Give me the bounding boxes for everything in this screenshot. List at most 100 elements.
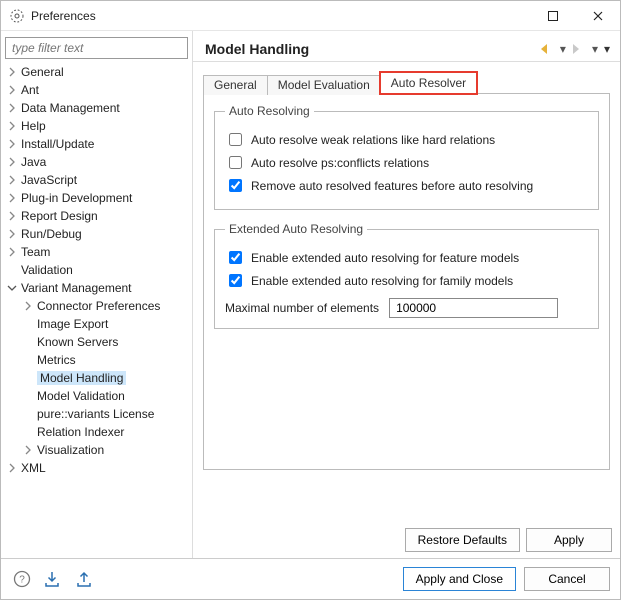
tree-item[interactable]: Visualization — [21, 441, 188, 459]
max-elements-input[interactable] — [389, 298, 558, 318]
window-maximize-button[interactable] — [530, 1, 575, 31]
nav-back-menu[interactable]: ▾ — [560, 42, 566, 56]
preferences-tree[interactable]: General Ant Data Management HelpInstall/Upd… — [5, 63, 188, 477]
apply-button[interactable]: Apply — [526, 528, 612, 552]
tab[interactable]: General — [203, 75, 268, 95]
field-label: Maximal number of elements — [225, 301, 379, 315]
checkbox-extended-family-models[interactable]: Enable extended auto resolving for famil… — [225, 271, 588, 290]
checkbox-label: Auto resolve weak relations like hard re… — [251, 133, 495, 147]
restore-defaults-button[interactable]: Restore Defaults — [405, 528, 520, 552]
tree-item[interactable]: pure::variants License — [21, 405, 188, 423]
tree-item-label: Plug-in Development — [21, 191, 132, 205]
checkbox-input[interactable] — [229, 251, 242, 264]
tree-item[interactable]: Data Management — [5, 99, 188, 117]
tree-item[interactable]: Run/Debug — [5, 225, 188, 243]
window-title: Preferences — [31, 9, 96, 23]
tree-item-label: Validation — [21, 263, 73, 277]
tree-item[interactable]: Known Servers — [21, 333, 188, 351]
import-preferences-button[interactable] — [43, 568, 65, 590]
nav-view-menu[interactable]: ▾ — [604, 42, 610, 56]
tree-item-label: Relation Indexer — [37, 425, 124, 439]
tree-item[interactable]: Team — [5, 243, 188, 261]
tab[interactable]: Model Evaluation — [267, 75, 381, 95]
chevron-right-icon[interactable] — [7, 85, 21, 95]
tree-item-label: Connector Preferences — [37, 299, 160, 313]
tree-item[interactable]: JavaScript — [5, 171, 188, 189]
tree-item[interactable]: XML — [5, 459, 188, 477]
tree-item-label: XML — [21, 461, 46, 475]
checkbox-input[interactable] — [229, 156, 242, 169]
tree-item[interactable]: Image Export — [21, 315, 188, 333]
tree-item[interactable]: Install/Update — [5, 135, 188, 153]
page-header: Model Handling ▾ ▾ ▾ — [193, 31, 620, 62]
tab-content: Auto Resolving Auto resolve weak relatio… — [203, 94, 610, 470]
help-button[interactable]: ? — [11, 568, 33, 590]
tab[interactable]: Auto Resolver — [380, 72, 477, 94]
checkbox-label: Auto resolve ps:conflicts relations — [251, 156, 429, 170]
tree-item[interactable]: Relation Indexer — [21, 423, 188, 441]
app-icon — [9, 8, 25, 24]
checkbox-auto-resolve-weak[interactable]: Auto resolve weak relations like hard re… — [225, 130, 588, 149]
checkbox-auto-resolve-conflicts[interactable]: Auto resolve ps:conflicts relations — [225, 153, 588, 172]
nav-back-button[interactable] — [540, 43, 554, 55]
checkbox-label: Remove auto resolved features before aut… — [251, 179, 533, 193]
tree-item-label: Ant — [21, 83, 39, 97]
checkbox-label: Enable extended auto resolving for famil… — [251, 274, 513, 288]
apply-and-close-button[interactable]: Apply and Close — [403, 567, 516, 591]
content-area: General Ant Data Management HelpInstall/Upd… — [1, 31, 620, 558]
tree-item[interactable]: Variant Management — [5, 279, 188, 297]
chevron-right-icon[interactable] — [7, 139, 21, 149]
group-extended-auto-resolving: Extended Auto Resolving Enable extended … — [214, 222, 599, 329]
group-legend: Auto Resolving — [225, 104, 314, 118]
tree-item[interactable]: General — [5, 63, 188, 81]
chevron-right-icon[interactable] — [7, 247, 21, 257]
tree-item-label: Visualization — [37, 443, 104, 457]
nav-forward-menu[interactable]: ▾ — [592, 42, 598, 56]
tree-item-label: pure::variants License — [37, 407, 154, 421]
window-close-button[interactable] — [575, 1, 620, 31]
tree-item[interactable]: Connector Preferences — [21, 297, 188, 315]
tree-item-label: Run/Debug — [21, 227, 82, 241]
chevron-right-icon[interactable] — [23, 301, 37, 311]
chevron-right-icon[interactable] — [7, 211, 21, 221]
tree-item-label: Model Handling — [37, 371, 126, 385]
chevron-right-icon[interactable] — [7, 157, 21, 167]
checkbox-remove-before-resolving[interactable]: Remove auto resolved features before aut… — [225, 176, 588, 195]
tree-item[interactable]: Java — [5, 153, 188, 171]
filter-input[interactable] — [5, 37, 188, 59]
tree-item[interactable]: Report Design — [5, 207, 188, 225]
cancel-button[interactable]: Cancel — [524, 567, 610, 591]
chevron-right-icon[interactable] — [7, 103, 21, 113]
page-button-bar: Restore Defaults Apply — [193, 524, 620, 558]
tree-item-label: Data Management — [21, 101, 120, 115]
checkbox-input[interactable] — [229, 274, 242, 287]
chevron-right-icon[interactable] — [7, 121, 21, 131]
tree-item[interactable]: Model Handling — [21, 369, 188, 387]
nav-forward-button[interactable] — [572, 43, 586, 55]
export-preferences-button[interactable] — [75, 568, 97, 590]
chevron-right-icon[interactable] — [23, 445, 37, 455]
tree-item[interactable]: Help — [5, 117, 188, 135]
chevron-right-icon[interactable] — [7, 193, 21, 203]
chevron-right-icon[interactable] — [7, 463, 21, 473]
tree-item[interactable]: Plug-in Development — [5, 189, 188, 207]
tree-item[interactable]: Validation — [5, 261, 188, 279]
tree-item-label: Report Design — [21, 209, 98, 223]
tree-item-label: Variant Management — [21, 281, 132, 295]
tree-item[interactable]: Ant — [5, 81, 188, 99]
tree-item-label: Team — [21, 245, 50, 259]
chevron-right-icon[interactable] — [7, 67, 21, 77]
dialog-button-bar: ? Apply and Close Cancel — [1, 558, 620, 599]
checkbox-input[interactable] — [229, 179, 242, 192]
chevron-down-icon[interactable] — [7, 283, 21, 293]
checkbox-extended-feature-models[interactable]: Enable extended auto resolving for featu… — [225, 248, 588, 267]
tree-item[interactable]: Model Validation — [21, 387, 188, 405]
tree-item-label: Model Validation — [37, 389, 125, 403]
tree-item[interactable]: Metrics — [21, 351, 188, 369]
chevron-right-icon[interactable] — [7, 175, 21, 185]
tree-item-label: Known Servers — [37, 335, 118, 349]
chevron-right-icon[interactable] — [7, 229, 21, 239]
page-nav-toolbar: ▾ ▾ ▾ — [540, 42, 610, 56]
checkbox-input[interactable] — [229, 133, 242, 146]
tree-item-label: Java — [21, 155, 46, 169]
